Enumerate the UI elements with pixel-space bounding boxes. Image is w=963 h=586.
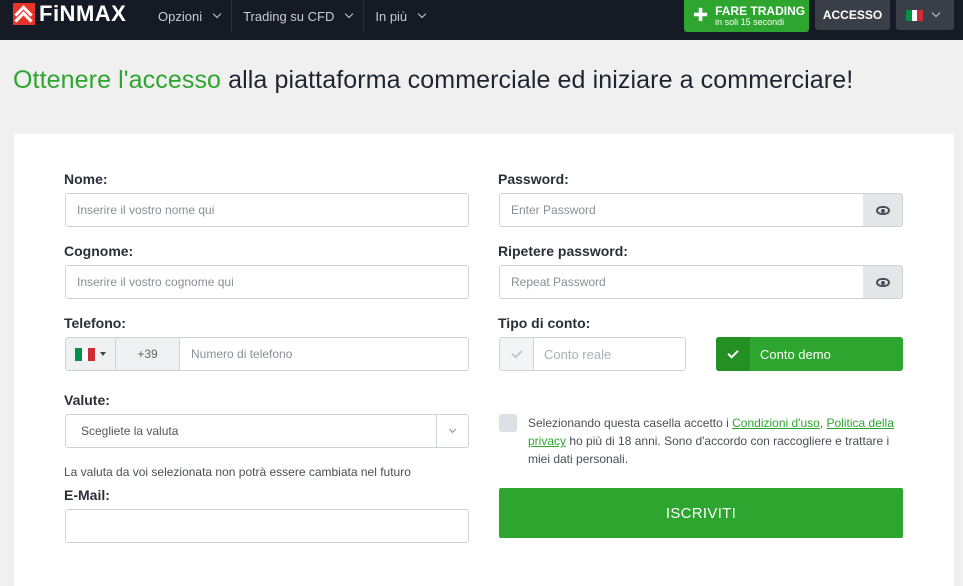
terms-of-use-link[interactable]: Condizioni d'uso [732,416,820,430]
repeat-password-label: Ripetere password: [498,243,628,259]
last-name-label: Cognome: [64,243,134,259]
chevron-down-icon [417,9,427,19]
phone-country-code: +39 [116,338,180,370]
account-option-demo[interactable]: Conto demo [716,337,903,371]
register-button[interactable]: ISCRIVITI [499,488,903,538]
start-trading-button[interactable]: ✚ FARE TRADING in soli 15 secondi [684,0,809,32]
nav-item-in-piu[interactable]: In più [364,0,436,32]
phone-number-input[interactable]: Numero di telefono [180,338,468,370]
main-nav: Opzioni Trading su CFD In più [147,0,436,32]
plus-icon: ✚ [693,5,709,26]
phone-label: Telefono: [64,315,126,331]
italy-flag-icon [906,9,924,21]
chevron-down-icon [931,8,941,18]
currency-label: Valute: [64,392,110,408]
check-icon [500,338,534,370]
phone-country-selector[interactable] [66,338,116,370]
currency-dropdown-toggle[interactable] [436,415,468,447]
trade-button-text: FARE TRADING in soli 15 secondi [715,5,805,27]
password-label: Password: [498,171,569,187]
currency-selected-value: Scegliete la valuta [81,424,179,438]
caret-down-icon [100,352,106,356]
show-password-button[interactable] [863,193,903,227]
nav-item-label: In più [375,8,408,24]
logo-mark-icon [13,3,35,25]
eye-icon [875,205,890,215]
email-label: E-Mail: [64,487,110,503]
account-option-real[interactable]: Conto reale [499,337,686,371]
first-name-label: Nome: [64,171,108,187]
language-selector[interactable] [896,0,954,30]
finmax-logo[interactable]: FiNMAX [13,1,127,26]
account-type-label: Tipo di conto: [498,315,591,331]
check-icon [716,337,750,371]
nav-item-opzioni[interactable]: Opzioni [147,0,233,32]
chevron-down-icon [212,9,222,19]
last-name-input[interactable]: Inserire il vostro cognome qui [65,265,469,299]
trade-button-sublabel: in soli 15 secondi [715,16,785,27]
eye-icon [875,277,890,287]
account-option-real-label: Conto reale [534,338,685,370]
chevron-down-icon [345,9,354,19]
page-headline: Ottenere l'accesso alla piattaforma comm… [13,66,853,95]
consent-separator: , [819,416,827,430]
nav-item-label: Opzioni [158,8,203,24]
consent-text: Selezionando questa casella accetto i Co… [528,414,906,468]
nav-item-label: Trading su CFD [243,8,335,24]
consent-text-before: Selezionando questa casella accetto i [528,416,733,430]
top-navigation-bar: FiNMAX Opzioni Trading su CFD In più ✚ F… [0,0,963,40]
login-button[interactable]: ACCESSO [815,0,890,30]
consent-checkbox[interactable] [499,414,517,432]
password-input[interactable]: Enter Password [499,193,864,227]
currency-note: La valuta da voi selezionata non potrà e… [64,465,411,479]
nav-item-trading-cfd[interactable]: Trading su CFD [232,0,365,32]
show-repeat-password-button[interactable] [863,265,903,299]
italy-flag-icon [75,347,96,361]
headline-rest: alla piattaforma commerciale ed iniziare… [221,66,854,94]
account-option-demo-label: Conto demo [760,346,831,362]
email-input[interactable] [65,509,469,543]
chevron-down-icon [448,425,457,434]
consent-text-after: ho più di 18 anni. Sono d'accordo con ra… [528,434,890,466]
repeat-password-input[interactable]: Repeat Password [499,265,864,299]
registration-form-card: Nome: Inserire il vostro nome qui Cognom… [14,134,954,586]
trade-button-label: FARE TRADING [715,3,806,18]
currency-select[interactable]: Scegliete la valuta [65,414,469,448]
first-name-input[interactable]: Inserire il vostro nome qui [65,193,469,227]
logo-text: FiNMAX [39,1,127,26]
headline-highlight: Ottenere l'accesso [13,66,222,94]
phone-field: +39 Numero di telefono [65,337,469,371]
